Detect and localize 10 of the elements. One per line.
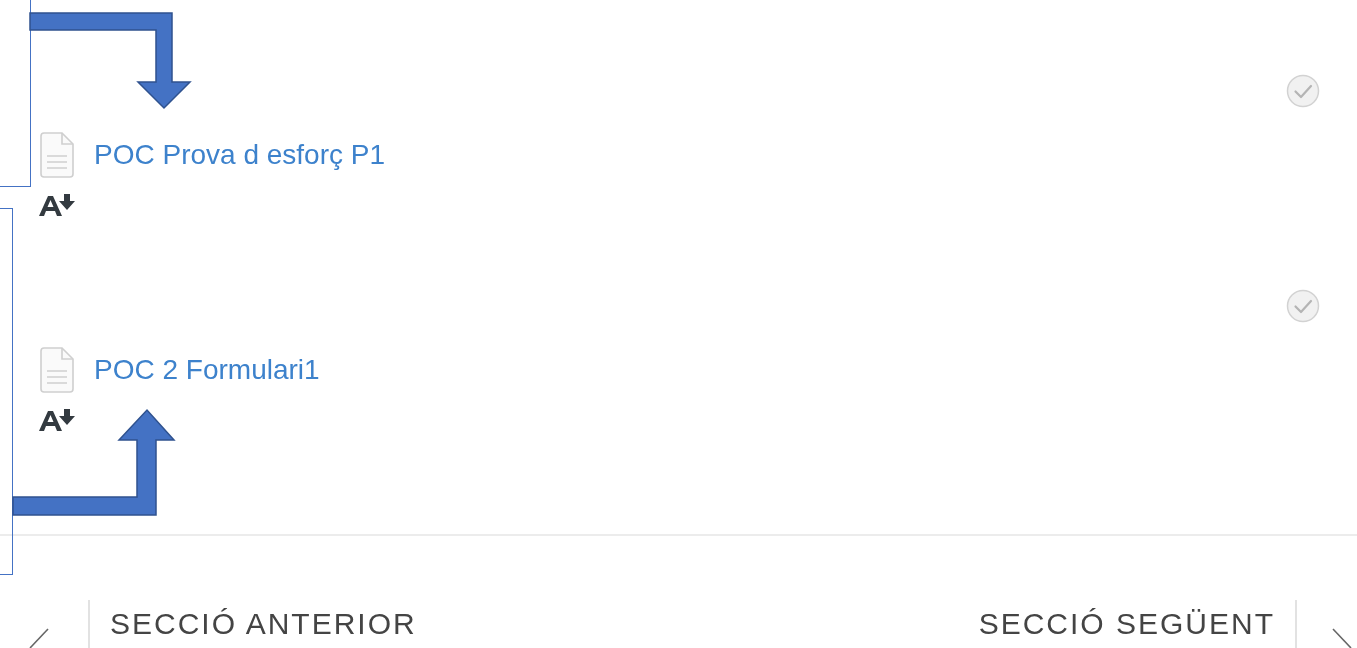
document-icon [38,132,74,178]
completion-check-icon[interactable] [1286,74,1320,108]
font-size-down-icon [38,408,78,432]
activity-link[interactable]: POC Prova d esforç P1 [94,139,385,171]
activity-link[interactable]: POC 2 Formulari1 [94,354,320,386]
previous-section-link[interactable]: SECCIÓ ANTERIOR [90,600,437,641]
next-section-link[interactable]: SECCIÓ SEGÜENT [958,600,1295,641]
document-icon [38,347,74,393]
completion-check-icon[interactable] [1286,289,1320,323]
font-size-down-icon [38,193,78,217]
